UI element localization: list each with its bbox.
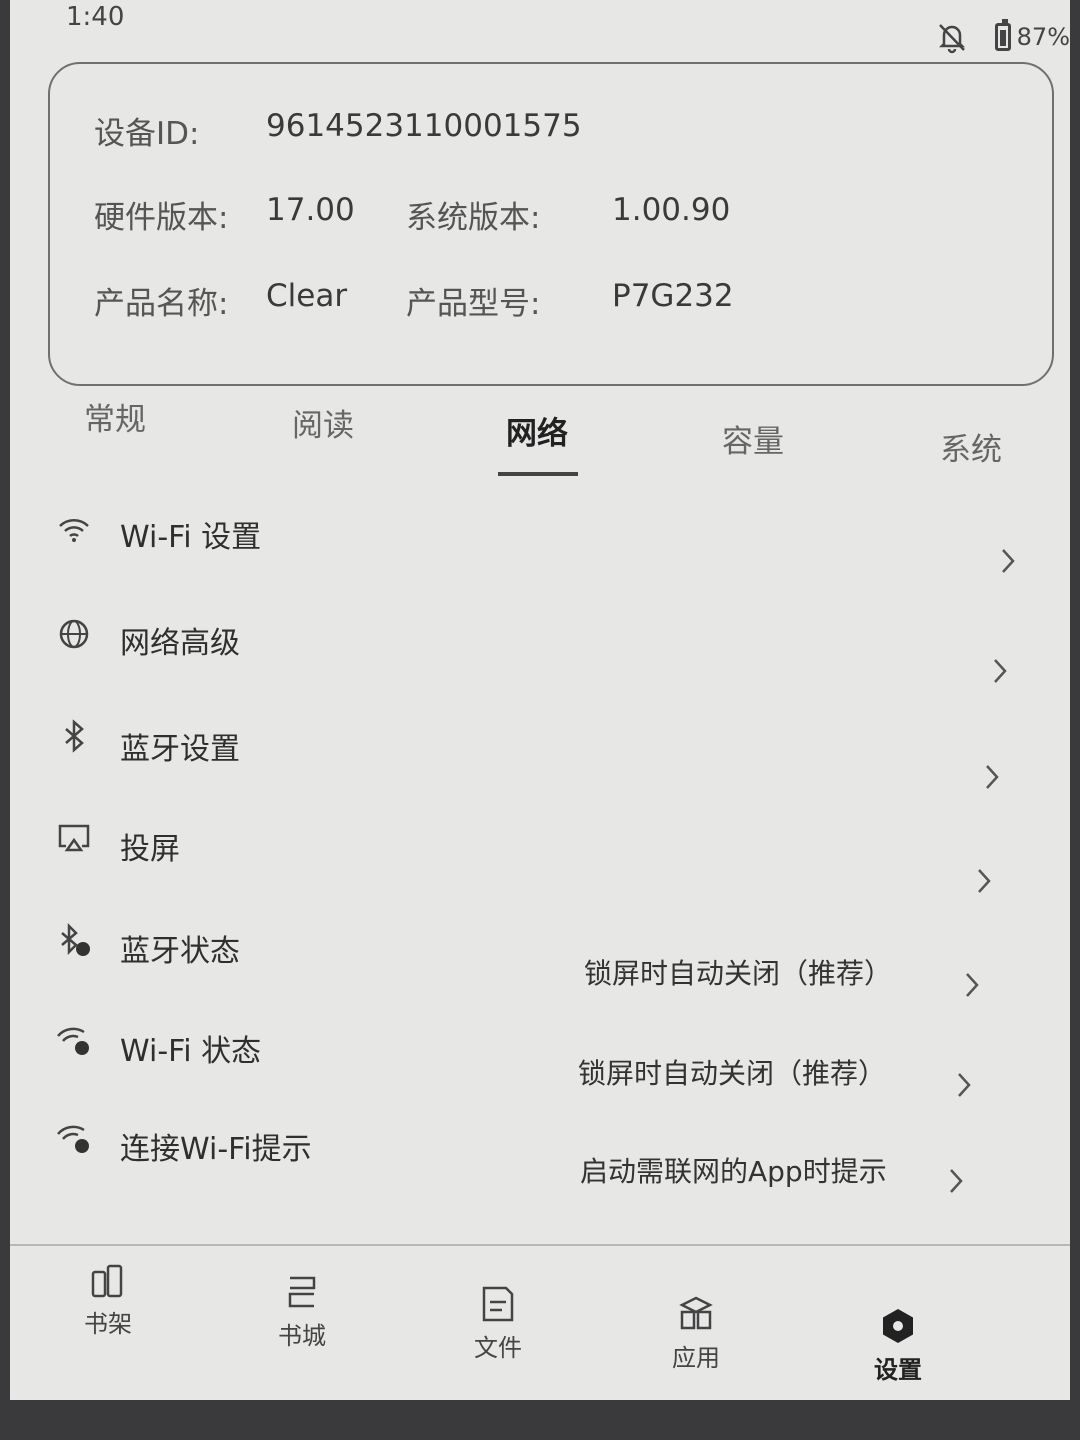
nav-label-files: 文件 [474, 1334, 522, 1362]
menu-item-wifi-status[interactable]: Wi-Fi 状态 锁屏时自动关闭（推荐） [10, 1012, 1070, 1112]
menu-item-cast[interactable]: 投屏 [10, 810, 1070, 910]
menu-label-bluetooth-status: 蓝牙状态 [120, 934, 240, 969]
nav-label-bookstore: 书城 [278, 1322, 326, 1350]
menu-item-wifi-connect-prompt[interactable]: 连接Wi-Fi提示 启动需联网的App时提示 [10, 1110, 1070, 1210]
product-name-label: 产品名称: [94, 286, 229, 322]
product-model-label: 产品型号: [406, 286, 541, 322]
nav-apps[interactable]: 应用 [636, 1294, 756, 1373]
nav-label-apps: 应用 [672, 1344, 720, 1372]
wifi-status-icon [57, 1027, 89, 1055]
menu-label-wifi-settings: Wi-Fi 设置 [120, 520, 262, 555]
chevron-right-icon [966, 973, 979, 997]
device-id-label: 设备ID: [94, 116, 200, 152]
nav-label-settings: 设置 [874, 1356, 922, 1384]
system-version-label: 系统版本: [406, 200, 541, 236]
status-bar: 1:40 87% [10, 0, 1070, 56]
menu-label-wifi-connect-prompt: 连接Wi-Fi提示 [120, 1132, 312, 1167]
wifi-connect-prompt-value: 启动需联网的App时提示 [580, 1155, 887, 1188]
menu-label-wifi-status: Wi-Fi 状态 [120, 1034, 262, 1069]
active-tab-indicator [498, 472, 578, 476]
bluetooth-status-icon [61, 922, 90, 956]
globe-icon [59, 619, 89, 649]
menu-item-wifi-settings[interactable]: Wi-Fi 设置 [10, 500, 1070, 600]
file-icon [482, 1286, 514, 1322]
cast-icon [58, 824, 90, 852]
nav-label-bookshelf: 书架 [84, 1310, 132, 1338]
chevron-right-icon [1002, 549, 1015, 573]
menu-label-bluetooth-settings: 蓝牙设置 [120, 732, 240, 767]
wifi-status-value: 锁屏时自动关闭（推荐） [578, 1057, 887, 1090]
hardware-version-label: 硬件版本: [94, 200, 229, 236]
bookshelf-icon [91, 1264, 123, 1298]
device-id-value: 9614523110001575 [266, 108, 582, 144]
notifications-off-icon [938, 24, 965, 54]
status-time: 1:40 [66, 2, 125, 32]
tab-system[interactable]: 系统 [940, 424, 1002, 469]
bookstore-icon [288, 1276, 316, 1308]
product-name-value: Clear [266, 278, 348, 314]
hardware-version-value: 17.00 [266, 192, 355, 228]
device-info-card: 设备ID: 9614523110001575 硬件版本: 17.00 系统版本:… [48, 62, 1054, 386]
menu-item-bluetooth-status[interactable]: 蓝牙状态 锁屏时自动关闭（推荐） [10, 912, 1070, 1012]
nav-bookstore[interactable]: 书城 [242, 1272, 362, 1351]
battery-indicator: 87% [994, 19, 1070, 51]
settings-tabs: 常规 阅读 网络 容量 系统 [10, 380, 1070, 480]
bottom-nav: 书架 书城 文件 应用 设置 [10, 1244, 1070, 1400]
system-version-value: 1.00.90 [612, 192, 731, 228]
battery-icon [994, 19, 1011, 51]
tab-general[interactable]: 常规 [84, 394, 146, 439]
menu-item-bluetooth-settings[interactable]: 蓝牙设置 [10, 710, 1070, 810]
battery-percent: 87% [1016, 23, 1070, 51]
chevron-right-icon [950, 1169, 963, 1193]
settings-icon [883, 1309, 913, 1343]
tab-reading[interactable]: 阅读 [292, 400, 354, 445]
chevron-right-icon [978, 869, 991, 893]
nav-settings[interactable]: 设置 [838, 1306, 958, 1385]
settings-screen: 1:40 87% 设备ID: 9614523110001575 硬件版本: 17… [10, 0, 1070, 1400]
nav-files[interactable]: 文件 [438, 1284, 558, 1363]
apps-icon [679, 1296, 713, 1330]
product-model-value: P7G232 [612, 278, 734, 314]
chevron-right-icon [986, 765, 999, 789]
menu-item-network-advanced[interactable]: 网络高级 [10, 606, 1070, 706]
menu-label-network-advanced: 网络高级 [120, 626, 240, 661]
wifi-icon [59, 519, 89, 542]
chevron-right-icon [994, 659, 1007, 683]
status-icons: 87% [935, 19, 1070, 54]
nav-bookshelf[interactable]: 书架 [48, 1260, 168, 1339]
wifi-prompt-icon [57, 1125, 89, 1153]
menu-label-cast: 投屏 [120, 832, 180, 867]
bluetooth-icon [65, 719, 84, 753]
tab-network[interactable]: 网络 [506, 408, 568, 453]
tab-storage[interactable]: 容量 [722, 416, 784, 461]
chevron-right-icon [958, 1073, 971, 1097]
bluetooth-status-value: 锁屏时自动关闭（推荐） [584, 957, 893, 990]
